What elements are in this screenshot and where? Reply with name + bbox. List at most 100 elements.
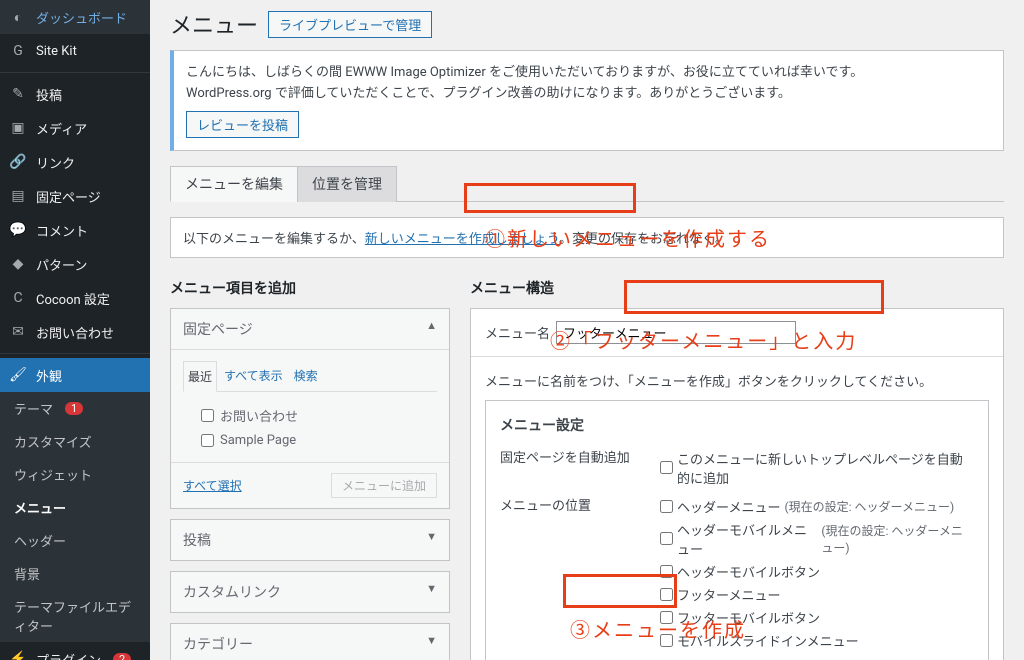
postbox-title: 投稿	[183, 530, 211, 550]
sidebar-item-label: パターン	[36, 255, 87, 274]
brush-icon: 🖌	[8, 365, 28, 385]
menu-icon: C	[8, 288, 28, 308]
location-option[interactable]: ヘッダーメニュー (現在の設定: ヘッダーメニュー)	[660, 495, 974, 518]
sidebar-subitem[interactable]: カスタマイズ	[0, 425, 150, 458]
location-option[interactable]: ヘッダーモバイルメニュー (現在の設定: ヘッダーメニュー)	[660, 518, 974, 560]
sidebar-item-label: 外観	[36, 366, 62, 385]
sidebar-item[interactable]: ◐ダッシュボード	[0, 0, 150, 34]
sidebar-item-label: お問い合わせ	[36, 323, 114, 342]
sidebar-item-label: カスタマイズ	[14, 432, 92, 451]
option-text: ヘッダーメニュー	[677, 497, 780, 516]
sidebar-item-label: Cocoon 設定	[36, 289, 110, 308]
subtab-all[interactable]: すべて表示	[220, 361, 287, 390]
location-option[interactable]: フッターメニュー	[660, 583, 974, 606]
sidebar-subitem[interactable]: ヘッダー	[0, 524, 150, 557]
review-button[interactable]: レビューを投稿	[186, 111, 299, 138]
menu-icon: ◐	[8, 7, 28, 27]
chevron-down-icon: ▼	[426, 582, 437, 602]
select-all-link[interactable]: すべて選択	[183, 477, 242, 494]
tab-manage-locations[interactable]: 位置を管理	[297, 166, 397, 202]
admin-sidebar: ◐ダッシュボードGSite Kit ✎ 投稿 ▣メディア 🔗 リンク ▤ 固定ページ 💬コメン…	[0, 0, 150, 660]
menu-icon: ▣	[8, 118, 28, 138]
menu-icon: ⚡	[8, 649, 28, 660]
subtabs: 最近 すべて表示 検索	[183, 360, 437, 392]
sidebar-item-label: 投稿	[36, 85, 62, 104]
option-hint: (現在の設定: ヘッダーメニュー)	[784, 498, 954, 515]
sidebar-item-appearance[interactable]: 🖌 外観	[0, 358, 150, 392]
sidebar-item-label: ヘッダー	[14, 531, 66, 550]
notice-text: WordPress.org で評価していただくことで、プラグイン改善の助けになり…	[186, 84, 991, 105]
location-checkbox[interactable]	[660, 532, 673, 545]
postbox-title: 固定ページ	[183, 319, 253, 339]
sidebar-item-label: 背景	[14, 564, 40, 583]
sidebar-submenu: テーマ 1 カスタマイズウィジェットメニューヘッダー背景テーマファイルエディター	[0, 392, 150, 642]
auto-add-checkbox[interactable]	[660, 461, 673, 474]
menu-icon: ◆	[8, 254, 28, 274]
sidebar-item-label: プラグイン	[36, 650, 101, 660]
sidebar-subitem[interactable]: テーマファイルエディター	[0, 590, 150, 642]
postbox-header[interactable]: 固定ページ ▲	[171, 309, 449, 349]
sidebar-item-label: 固定ページ	[36, 187, 101, 206]
option-text: ヘッダーモバイルメニュー	[677, 520, 817, 558]
bar-text: 以下のメニューを編集するか、	[183, 232, 365, 247]
page-checkbox[interactable]	[201, 434, 214, 447]
notice-box: こんにちは、しばらくの間 EWWW Image Optimizer をご使用いた…	[170, 50, 1004, 151]
sidebar-item[interactable]: C Cocoon 設定	[0, 281, 150, 315]
live-preview-button[interactable]: ライブプレビューで管理	[268, 11, 432, 38]
location-option[interactable]: ヘッダーモバイルボタン	[660, 560, 974, 583]
chevron-down-icon: ▼	[426, 634, 437, 654]
sidebar-item[interactable]: ✎ 投稿	[0, 77, 150, 111]
postbox-header[interactable]: カテゴリー ▼	[171, 624, 449, 660]
option-hint: (現在の設定: ヘッダーメニュー)	[821, 522, 974, 556]
sidebar-item[interactable]: ◆ パターン	[0, 247, 150, 281]
sidebar-item[interactable]: ▣メディア	[0, 111, 150, 145]
tab-edit-menus[interactable]: メニューを編集	[170, 166, 298, 202]
subtab-recent[interactable]: 最近	[183, 361, 217, 392]
option-text: このメニューに新しいトップレベルページを自動的に追加	[677, 449, 974, 487]
sidebar-item[interactable]: GSite Kit	[0, 34, 150, 68]
menu-icon: ▤	[8, 186, 28, 206]
sidebar-item[interactable]: 🔗 リンク	[0, 145, 150, 179]
sidebar-item-label: リンク	[36, 153, 75, 172]
postbox-header[interactable]: カスタムリンク ▼	[171, 572, 449, 612]
sidebar-item-label: コメント	[36, 221, 88, 240]
page-checkbox-row[interactable]: お問い合わせ	[183, 402, 437, 429]
subtab-search[interactable]: 検索	[290, 361, 322, 390]
add-menu-items-column: メニュー項目を追加 固定ページ ▲ 最近 すべて表示 検索 お問い合わせSamp…	[170, 278, 450, 660]
page-checkbox[interactable]	[201, 409, 214, 422]
sidebar-item-label: テーマ	[14, 399, 53, 418]
sidebar-item[interactable]: ▤ 固定ページ	[0, 179, 150, 213]
menu-icon: ✎	[8, 84, 28, 104]
menu-settings-heading: メニュー設定	[500, 415, 974, 435]
auto-add-label: 固定ページを自動追加	[500, 447, 660, 489]
count-badge: 2	[113, 653, 131, 660]
sidebar-item[interactable]: ✉お問い合わせ	[0, 315, 150, 349]
sidebar-subitem[interactable]: 背景	[0, 557, 150, 590]
postbox-header[interactable]: 投稿 ▼	[171, 520, 449, 560]
annotation-box-2	[624, 280, 884, 314]
auto-add-option[interactable]: このメニューに新しいトップレベルページを自動的に追加	[660, 447, 974, 489]
option-text: ヘッダーモバイルボタン	[677, 562, 820, 581]
sidebar-subitem[interactable]: ウィジェット	[0, 458, 150, 491]
annotation-text-1: ①新しいメニューを作成する	[485, 223, 771, 252]
page-checkbox-row[interactable]: Sample Page	[183, 429, 437, 452]
menu-icon: 🔗	[8, 152, 28, 172]
sidebar-subitem[interactable]: テーマ 1	[0, 392, 150, 425]
count-badge: 1	[65, 402, 83, 415]
menu-icon: G	[8, 41, 28, 61]
sidebar-subitem[interactable]: メニュー	[0, 491, 150, 524]
postbox-title: カスタムリンク	[183, 582, 281, 602]
chevron-down-icon: ▼	[426, 530, 437, 550]
postbox-categories: カテゴリー ▼	[170, 623, 450, 660]
add-to-menu-button[interactable]: メニューに追加	[331, 473, 437, 498]
sidebar-item[interactable]: 💬コメント	[0, 213, 150, 247]
postbox-pages: 固定ページ ▲ 最近 すべて表示 検索 お問い合わせSample Page すべ…	[170, 308, 450, 509]
sidebar-item[interactable]: ⚡ プラグイン 2	[0, 642, 150, 660]
menu-edit-box: メニュー名 メニューに名前をつけ、「メニューを作成」ボタンをクリックしてください…	[470, 308, 1004, 660]
sidebar-item-label: テーマファイルエディター	[14, 597, 142, 635]
main-content: メニュー ライブプレビューで管理 こんにちは、しばらくの間 EWWW Image…	[150, 0, 1024, 660]
postbox-posts: 投稿 ▼	[170, 519, 450, 561]
menu-instruction: メニューに名前をつけ、「メニューを作成」ボタンをクリックしてください。	[485, 371, 989, 390]
page-title: メニュー	[170, 8, 258, 40]
location-checkbox[interactable]	[660, 500, 673, 513]
